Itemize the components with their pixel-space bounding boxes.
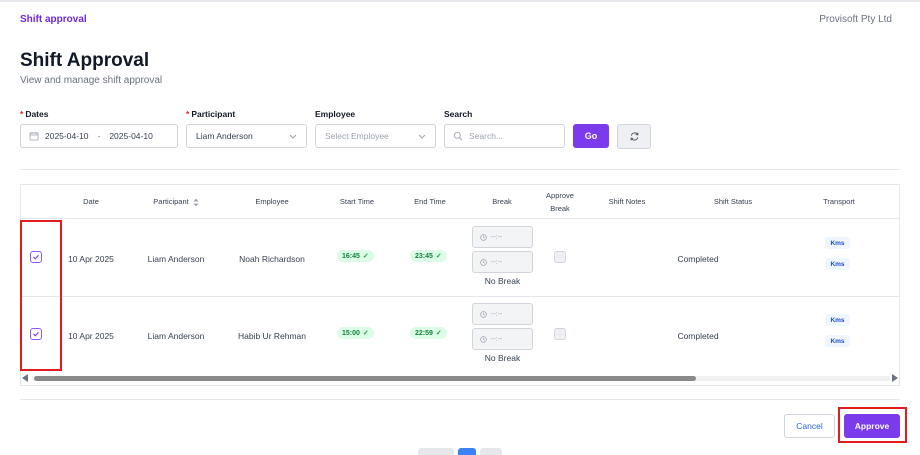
refresh-icon — [630, 132, 638, 141]
date-from[interactable]: 2025-04-10 — [45, 131, 88, 141]
participant-select-value: Liam Anderson — [196, 131, 253, 141]
break-end-input[interactable]: --:-- — [472, 251, 533, 273]
col-date: Date — [83, 197, 99, 207]
divider — [20, 399, 900, 400]
approve-button[interactable]: Approve — [844, 414, 900, 438]
start-time-badge: 15:00 ✓ — [337, 327, 374, 339]
col-break: Break — [492, 197, 512, 207]
employee-select-placeholder: Select Employee — [325, 131, 389, 141]
col-transport: Transport — [823, 197, 855, 207]
search-icon — [453, 131, 463, 141]
col-start-time: Start Time — [339, 197, 375, 207]
clock-icon — [480, 310, 487, 318]
breadcrumb[interactable]: Shift approval — [20, 14, 87, 25]
scroll-right-icon[interactable] — [892, 374, 898, 382]
break-start-input[interactable]: --:-- — [472, 226, 533, 248]
end-time-badge: 23:45 ✓ — [410, 250, 447, 262]
pagination-previous[interactable] — [418, 448, 454, 455]
sort-icon[interactable] — [193, 198, 199, 207]
row-checkbox[interactable] — [30, 251, 42, 263]
company-name: Provisoft Pty Ltd — [819, 14, 892, 25]
check-icon — [33, 254, 39, 260]
approve-break-checkbox[interactable] — [554, 328, 566, 340]
col-shift-status: Shift Status — [713, 197, 753, 207]
pagination — [418, 448, 502, 455]
chevron-down-icon — [289, 134, 297, 139]
table-row: 10 Apr 2025 Liam Anderson Noah Richardso… — [21, 220, 899, 297]
refresh-button[interactable] — [617, 124, 651, 149]
table-row: 10 Apr 2025 Liam Anderson Habib Ur Rehma… — [21, 297, 899, 374]
search-placeholder: Search... — [469, 131, 504, 141]
no-break-text: No Break — [484, 353, 521, 363]
date-to[interactable]: 2025-04-10 — [109, 131, 152, 141]
table-header: Date Participant Employee Start Time End… — [21, 185, 899, 219]
page-title: Shift Approval — [20, 50, 150, 71]
break-start-input[interactable]: --:-- — [472, 303, 533, 325]
end-time-badge: 22:59 ✓ — [410, 327, 447, 339]
col-approve-break: Approve Break — [546, 190, 574, 214]
check-icon — [33, 331, 39, 337]
clock-icon — [480, 233, 487, 241]
check-icon: ✓ — [435, 253, 442, 260]
divider — [20, 169, 900, 170]
pagination-page-current[interactable] — [458, 448, 476, 455]
transport-kms-badge[interactable]: Kms — [825, 314, 850, 326]
scroll-left-icon[interactable] — [22, 374, 28, 382]
scrollbar-thumb[interactable] — [34, 376, 696, 381]
search-input[interactable]: Search... — [444, 124, 565, 148]
row-checkbox[interactable] — [30, 328, 42, 340]
page-subtitle: View and manage shift approval — [20, 75, 163, 86]
col-end-time: End Time — [414, 197, 446, 207]
date-separator: - — [97, 131, 101, 141]
chevron-down-icon — [418, 134, 426, 139]
transport-kms-badge[interactable]: Kms — [825, 335, 850, 347]
transport-kms-badge[interactable]: Kms — [825, 258, 850, 270]
date-range-picker[interactable]: 2025-04-10 - 2025-04-10 — [20, 124, 178, 148]
approve-break-checkbox[interactable] — [554, 251, 566, 263]
check-icon: ✓ — [362, 330, 369, 337]
col-participant[interactable]: Participant — [131, 185, 221, 219]
cell-participant: Liam Anderson — [147, 330, 205, 341]
employee-label: Employee — [315, 109, 356, 119]
cell-date: 10 Apr 2025 — [68, 253, 114, 264]
search-label: Search — [444, 109, 473, 119]
dates-label: * Dates — [20, 109, 49, 119]
cancel-button[interactable]: Cancel — [784, 414, 835, 438]
cell-date: 10 Apr 2025 — [68, 330, 114, 341]
cell-participant: Liam Anderson — [147, 253, 205, 264]
employee-select[interactable]: Select Employee — [315, 124, 436, 148]
top-border — [0, 0, 920, 2]
check-icon: ✓ — [362, 253, 369, 260]
cell-shift-status: Completed — [677, 330, 719, 341]
no-break-text: No Break — [484, 276, 521, 286]
go-button[interactable]: Go — [573, 124, 609, 148]
transport-kms-badge[interactable]: Kms — [825, 237, 850, 249]
shift-table: Date Participant Employee Start Time End… — [20, 184, 900, 386]
start-time-badge: 16:45 ✓ — [337, 250, 374, 262]
break-end-input[interactable]: --:-- — [472, 328, 533, 350]
horizontal-scrollbar[interactable] — [20, 372, 900, 384]
col-shift-notes: Shift Notes — [608, 197, 646, 207]
col-employee: Employee — [255, 197, 289, 207]
participant-select[interactable]: Liam Anderson — [186, 124, 307, 148]
clock-icon — [480, 335, 487, 343]
check-icon: ✓ — [435, 330, 442, 337]
cell-shift-status: Completed — [677, 253, 719, 264]
clock-icon — [480, 258, 487, 266]
cell-employee: Habib Ur Rehman — [237, 330, 307, 341]
calendar-icon — [29, 132, 39, 141]
pagination-next[interactable] — [480, 448, 502, 455]
participant-label: * Participant — [186, 109, 236, 119]
cell-employee: Noah Richardson — [239, 253, 305, 264]
